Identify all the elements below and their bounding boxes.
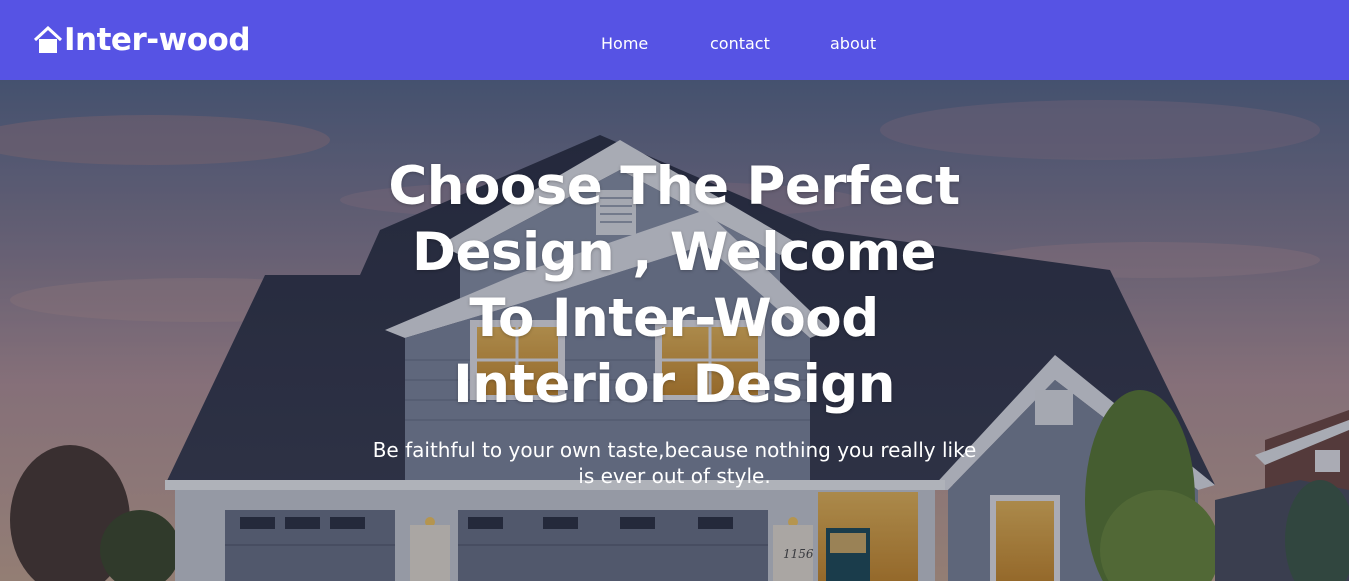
hero-subtitle: Be faithful to your own taste,because no… bbox=[372, 438, 977, 488]
main-nav: Home contact about bbox=[0, 34, 1349, 56]
nav-link-home[interactable]: Home bbox=[601, 34, 648, 53]
hero-title: Choose The Perfect Design , Welcome To I… bbox=[388, 156, 960, 415]
nav-link-about[interactable]: about bbox=[830, 34, 876, 53]
nav-link-contact[interactable]: contact bbox=[710, 34, 770, 53]
navbar: Inter-wood Home contact about bbox=[0, 0, 1349, 80]
hero-section: 1156 Choose The Perfect Design , Welcome… bbox=[0, 80, 1349, 581]
